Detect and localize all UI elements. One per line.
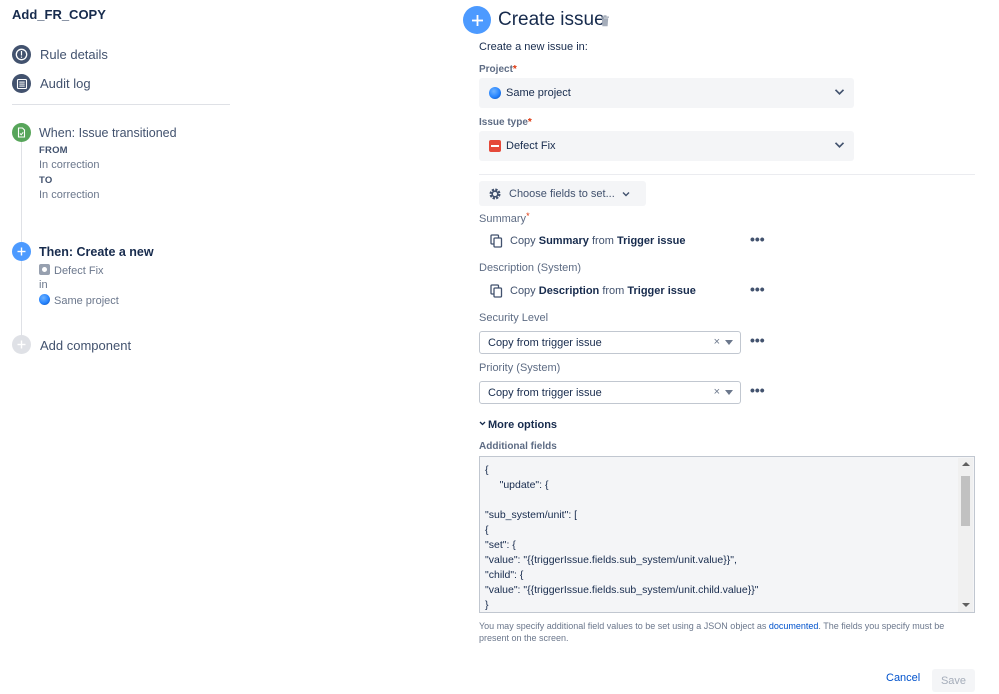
- required-asterisk: *: [526, 211, 530, 221]
- trigger-to-value: In correction: [39, 189, 100, 201]
- project-label-text: Project: [479, 64, 513, 75]
- description-source: Trigger issue: [627, 285, 696, 297]
- copy-icon: [490, 234, 503, 248]
- sidebar-item-label: Rule details: [40, 47, 108, 62]
- defect-fix-icon: [489, 140, 501, 152]
- more-options-label: More options: [488, 419, 558, 431]
- action-issue-type: Defect Fix: [39, 264, 104, 277]
- globe-icon: [489, 87, 501, 99]
- caret-down-icon: [725, 390, 733, 395]
- info-icon: [12, 45, 31, 64]
- description-more-icon[interactable]: •••: [750, 281, 765, 297]
- cancel-button[interactable]: Cancel: [880, 670, 926, 686]
- from-text: from: [602, 285, 625, 297]
- security-level-label: Security Level: [479, 312, 549, 324]
- issue-type-icon: [39, 264, 50, 275]
- page-title: Create issue: [498, 9, 605, 30]
- required-asterisk: *: [527, 117, 532, 128]
- documented-link[interactable]: documented: [769, 621, 819, 631]
- priority-value: Copy from trigger issue: [488, 386, 602, 399]
- project-globe-icon: [39, 294, 50, 305]
- help-text-before: You may specify additional field values …: [479, 621, 769, 631]
- list-icon: [12, 74, 31, 93]
- issue-type-select[interactable]: Defect Fix: [479, 131, 854, 161]
- trigger-from-label: FROM: [39, 145, 68, 156]
- action-title: Then: Create a new: [39, 245, 154, 259]
- sidebar-item-rule-details[interactable]: Rule details: [12, 45, 108, 64]
- security-level-value: Copy from trigger issue: [488, 336, 602, 349]
- copy-icon: [490, 284, 503, 298]
- gear-icon: [489, 187, 501, 200]
- summary-label: Summary*: [479, 211, 530, 225]
- sidebar-item-audit-log[interactable]: Audit log: [12, 74, 91, 93]
- security-level-more-icon[interactable]: •••: [750, 332, 765, 348]
- add-component-button[interactable]: Add component: [40, 338, 131, 353]
- additional-fields-label: Additional fields: [479, 441, 557, 452]
- trigger-title: When: Issue transitioned: [39, 126, 177, 140]
- copy-text: Copy: [510, 285, 536, 297]
- project-label: Project*: [479, 64, 517, 75]
- required-asterisk: *: [512, 64, 517, 75]
- scroll-down-icon[interactable]: [962, 603, 970, 607]
- chevron-down-icon: [834, 142, 845, 149]
- issue-type-label: Issue type*: [479, 117, 532, 128]
- priority-more-icon[interactable]: •••: [750, 382, 765, 398]
- project-select-value: Same project: [506, 87, 571, 99]
- summary-field-name: Summary: [538, 235, 589, 247]
- project-select[interactable]: Same project: [479, 78, 854, 108]
- chevron-down-icon: [834, 89, 845, 96]
- rule-name: Add_FR_COPY: [12, 7, 106, 22]
- timeline-connector: [21, 261, 22, 337]
- scroll-up-icon[interactable]: [962, 462, 970, 466]
- plus-icon: [12, 242, 31, 261]
- sidebar-divider: [12, 104, 230, 105]
- action-project: Same project: [39, 294, 119, 307]
- document-icon: [12, 123, 31, 142]
- summary-label-text: Summary: [479, 213, 527, 225]
- additional-fields-help: You may specify additional field values …: [479, 620, 969, 644]
- security-level-select[interactable]: Copy from trigger issue ×: [479, 331, 741, 354]
- priority-label: Priority (System): [479, 362, 561, 374]
- action-issue-type-label: Defect Fix: [54, 265, 104, 277]
- add-component-plus-icon[interactable]: [12, 335, 31, 354]
- choose-fields-button[interactable]: Choose fields to set...: [479, 181, 646, 206]
- clear-icon[interactable]: ×: [714, 386, 720, 398]
- description-field-name: Description: [538, 285, 600, 297]
- textarea-scrollbar[interactable]: [958, 458, 973, 612]
- additional-fields-json: { "update": { "sub_system/unit": [ { "se…: [485, 464, 759, 611]
- action-project-label: Same project: [54, 295, 119, 307]
- trigger-to-label: TO: [39, 175, 53, 186]
- timeline-connector: [21, 142, 22, 242]
- trash-icon[interactable]: [600, 15, 610, 30]
- action-in-label: in: [39, 279, 48, 291]
- additional-fields-textarea[interactable]: { "update": { "sub_system/unit": [ { "se…: [479, 456, 975, 613]
- caret-down-icon: [725, 340, 733, 345]
- more-options-toggle[interactable]: More options: [479, 419, 557, 431]
- sidebar-item-label: Audit log: [40, 76, 91, 91]
- create-issue-subtitle: Create a new issue in:: [479, 41, 588, 53]
- description-label: Description (System): [479, 262, 582, 274]
- copy-text: Copy: [510, 235, 536, 247]
- summary-copy-row[interactable]: Copy Summary from Trigger issue: [490, 234, 686, 248]
- issue-type-select-value: Defect Fix: [506, 140, 556, 152]
- create-issue-plus-icon: [463, 6, 491, 34]
- clear-icon[interactable]: ×: [714, 336, 720, 348]
- chevron-down-icon: [622, 191, 630, 196]
- section-divider: [479, 174, 975, 175]
- issue-type-label-text: Issue type: [479, 117, 528, 128]
- scroll-thumb[interactable]: [961, 476, 970, 526]
- description-copy-row[interactable]: Copy Description from Trigger issue: [490, 284, 696, 298]
- chevron-down-icon: [479, 421, 486, 426]
- priority-select[interactable]: Copy from trigger issue ×: [479, 381, 741, 404]
- choose-fields-label: Choose fields to set...: [509, 187, 615, 200]
- save-button[interactable]: Save: [932, 669, 975, 692]
- trigger-from-value: In correction: [39, 159, 100, 171]
- from-text: from: [591, 235, 614, 247]
- summary-source: Trigger issue: [617, 235, 686, 247]
- summary-more-icon[interactable]: •••: [750, 231, 765, 247]
